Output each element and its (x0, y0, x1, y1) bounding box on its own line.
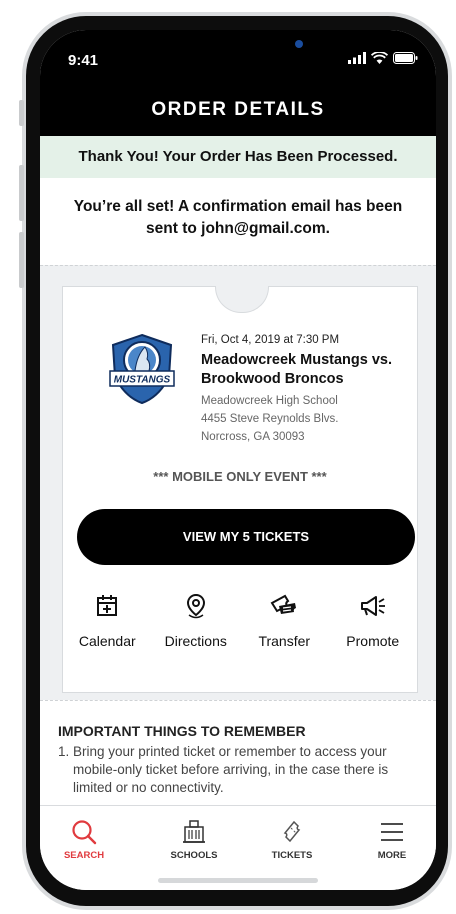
volume-up-button (19, 165, 24, 221)
view-tickets-button[interactable]: VIEW MY 5 TICKETS (77, 509, 415, 565)
divider (40, 700, 436, 701)
success-banner: Thank You! Your Order Has Been Processed… (40, 136, 436, 178)
event-venue: Meadowcreek High School 4455 Steve Reyno… (201, 392, 411, 446)
tab-tickets-label: TICKETS (271, 850, 313, 861)
status-bar: 9:41 (40, 30, 436, 90)
bottom-tab-bar: SEARCH SCHOOLS TICKETS MORE (40, 805, 436, 890)
status-time: 9:41 (68, 52, 99, 69)
tab-more-label: MORE (377, 850, 407, 861)
ticket-notch (215, 286, 269, 313)
school-icon (183, 820, 205, 843)
divider (40, 265, 436, 266)
tab-search[interactable]: SEARCH (44, 818, 124, 861)
event-title: Meadowcreek Mustangs vs. Brookwood Bronc… (201, 352, 392, 387)
ticket-transfer-icon (270, 594, 297, 614)
important-info: IMPORTANT THINGS TO REMEMBER 1. Bring yo… (58, 723, 418, 797)
megaphone-icon (360, 596, 385, 616)
event-actions: Calendar Directions Transfer Promote (63, 593, 417, 649)
signal-icon (348, 52, 366, 64)
event-card: MUSTANGS Fri, Oct 4, 2019 at 7:30 PM Mea… (62, 286, 418, 693)
event-info: Fri, Oct 4, 2019 at 7:30 PM Meadowcreek … (201, 334, 411, 446)
battery-icon (393, 52, 418, 64)
venue-address-line2: Norcross, GA 30093 (201, 431, 305, 443)
tab-schools[interactable]: SCHOOLS (154, 818, 234, 861)
tab-more[interactable]: MORE (352, 818, 432, 861)
camera (295, 40, 303, 48)
calendar-action[interactable]: Calendar (63, 593, 151, 649)
search-icon (72, 820, 97, 845)
notch (136, 30, 340, 62)
promote-label: Promote (346, 633, 400, 649)
menu-icon (381, 823, 403, 841)
volume-down-button (19, 232, 24, 288)
important-title: IMPORTANT THINGS TO REMEMBER (58, 723, 306, 739)
promote-action[interactable]: Promote (329, 593, 417, 649)
mobile-only-note: *** MOBILE ONLY EVENT *** (153, 469, 327, 484)
calendar-label: Calendar (78, 633, 136, 649)
tab-schools-label: SCHOOLS (170, 850, 218, 861)
ticket-icon (283, 820, 301, 843)
mute-switch (19, 100, 24, 126)
page-title: ORDER DETAILS (40, 90, 436, 136)
map-pin-icon (186, 593, 205, 619)
status-icons (348, 52, 418, 64)
confirmation-message: You’re all set! A confirmation email has… (73, 198, 403, 237)
wifi-icon (371, 52, 388, 64)
directions-label: Directions (164, 633, 227, 649)
screen: 9:41 ORDER DETAILS Thank You! Your Order… (40, 30, 436, 890)
tab-search-label: SEARCH (63, 850, 105, 861)
transfer-action[interactable]: Transfer (240, 593, 328, 649)
important-item: 1. Bring your printed ticket or remember… (58, 744, 389, 795)
logo-text: MUSTANGS (114, 375, 171, 386)
calendar-plus-icon (97, 595, 118, 616)
transfer-label: Transfer (258, 633, 311, 649)
venue-address-line1: 4455 Steve Reynolds Blvs. (201, 413, 339, 425)
mustangs-logo: MUSTANGS (109, 333, 175, 405)
venue-name: Meadowcreek High School (201, 395, 338, 407)
event-datetime: Fri, Oct 4, 2019 at 7:30 PM (201, 334, 340, 346)
home-indicator (158, 878, 318, 883)
tab-tickets[interactable]: TICKETS (252, 818, 332, 861)
directions-action[interactable]: Directions (152, 593, 240, 649)
